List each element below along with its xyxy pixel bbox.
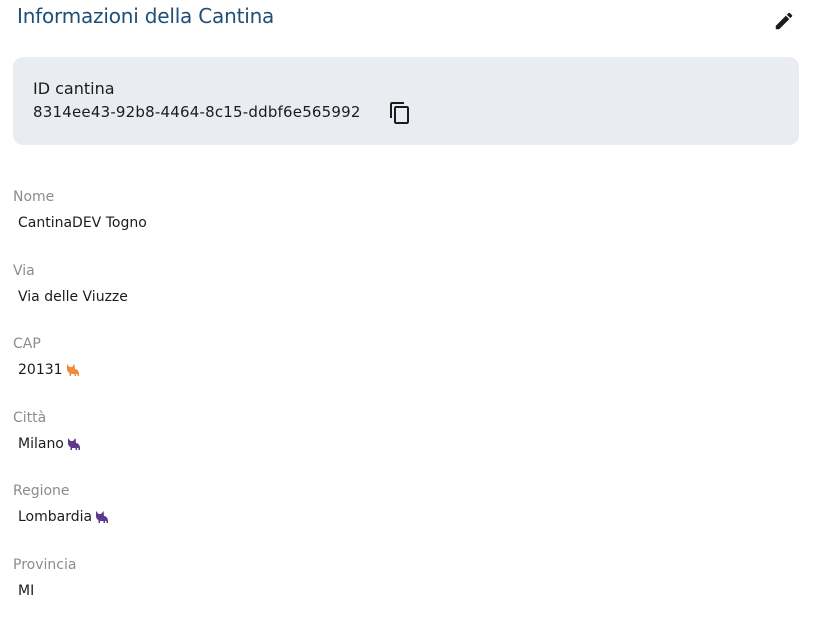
field-value: MI (18, 583, 35, 599)
field-via: Via Via delle Viuzze (13, 263, 128, 306)
edit-button[interactable] (772, 9, 796, 33)
field-value: 20131 (18, 362, 63, 378)
page-title: Informazioni della Cantina (17, 4, 275, 28)
field-value: CantinaDEV Togno (18, 215, 147, 231)
field-value: Via delle Viuzze (18, 289, 128, 305)
field-citta: Città Milano (13, 410, 82, 453)
field-label: Regione (13, 483, 70, 499)
field-cap: CAP 20131 (13, 336, 81, 379)
field-label: Provincia (13, 557, 77, 573)
cat-icon (66, 364, 79, 376)
field-nome: Nome CantinaDEV Togno (13, 189, 147, 232)
field-label: Città (13, 410, 47, 426)
field-value: Lombardia (18, 509, 93, 525)
copy-icon (390, 102, 409, 124)
cat-icon (96, 511, 109, 523)
cat-icon (67, 438, 80, 450)
field-label: Via (13, 263, 35, 279)
id-value: 8314ee43-92b8-4464-8c15-ddbf6e565992 (33, 103, 361, 121)
field-provincia: Provincia MI (13, 557, 76, 600)
pencil-icon (775, 12, 793, 30)
copy-button[interactable] (388, 101, 412, 125)
field-regione: Regione Lombardia (13, 483, 110, 526)
field-value: Milano (18, 436, 64, 452)
field-label: CAP (13, 336, 41, 352)
id-card: ID cantina 8314ee43-92b8-4464-8c15-ddbf6… (13, 57, 799, 145)
field-label: Nome (13, 189, 55, 205)
id-label: ID cantina (33, 79, 115, 98)
